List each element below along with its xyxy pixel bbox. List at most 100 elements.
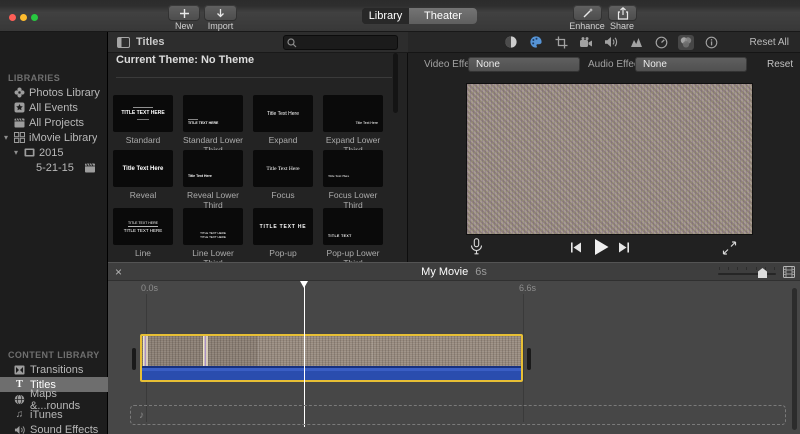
download-arrow-icon	[215, 8, 226, 19]
crop-icon[interactable]	[553, 35, 569, 50]
minimize-window-button[interactable]	[20, 14, 27, 21]
title-style-pop-up-lower-third[interactable]: TITLE TEXT Pop-up Lower Third	[323, 208, 383, 268]
title-style-standard[interactable]: TITLE TEXT HERE Standard	[113, 95, 173, 155]
clip-audio-waveform	[142, 366, 521, 380]
title-style-standard-lower-third[interactable]: TITLE TEXT HERE Standard Lower Third	[183, 95, 243, 155]
volume-icon[interactable]	[603, 35, 619, 50]
import-button-label: Import	[204, 21, 237, 31]
title-label: Line	[113, 248, 173, 258]
title-style-line-lower-third[interactable]: TITLE TEXT HERE TITLE TEXT HERE Line Low…	[183, 208, 243, 268]
background-music-well[interactable]: ♪	[130, 405, 786, 425]
sidebar-toggle-icon[interactable]	[117, 37, 130, 48]
project-title: My Movie6s	[108, 266, 800, 278]
disclosure-triangle-icon[interactable]: ▾	[12, 148, 20, 157]
music-note-icon: ♪	[139, 410, 144, 421]
sidebar-item-all-projects[interactable]: All Projects	[0, 115, 108, 130]
title-label: Reveal Lower Third	[183, 190, 243, 210]
titles-browser-panel: Titles Current Theme: No Theme TITLE TEX…	[108, 32, 408, 262]
color-palette-icon[interactable]	[528, 35, 544, 50]
sidebar-item-imovie-library[interactable]: ▾ iMovie Library	[0, 130, 108, 145]
info-icon[interactable]	[703, 35, 719, 50]
title-thumbnail: TITLE TEXT	[323, 208, 383, 245]
reset-button[interactable]: Reset	[767, 59, 793, 70]
share-button[interactable]	[608, 5, 637, 21]
project-duration: 6s	[475, 266, 487, 278]
title-style-reveal-lower-third[interactable]: Title Text Here Reveal Lower Third	[183, 150, 243, 210]
clip-frame-segment	[142, 336, 259, 366]
audio-effect-button[interactable]: None	[635, 57, 747, 72]
title-style-pop-up[interactable]: TITLE TEXT HE Pop-up	[253, 208, 313, 268]
enhance-button[interactable]	[573, 5, 602, 21]
title-thumbnail: Title Text Here	[113, 150, 173, 187]
title-label: Reveal	[113, 190, 173, 200]
sidebar-item-label: iMovie Library	[29, 132, 97, 144]
previous-frame-button[interactable]	[570, 242, 582, 253]
title-style-expand[interactable]: Title Text Here Expand	[253, 95, 313, 155]
speed-icon[interactable]	[653, 35, 669, 50]
title-thumbnail: TITLE TEXT HE	[253, 208, 313, 245]
fullscreen-button[interactable]	[722, 241, 737, 255]
play-icon	[593, 238, 610, 256]
sidebar-item-maps-backgrounds[interactable]: Maps &...rounds	[0, 392, 108, 407]
microphone-icon	[470, 238, 483, 255]
noise-reduction-icon[interactable]	[628, 35, 644, 50]
title-thumbnail: TITLE TEXT HERE TITLE TEXT HERE	[113, 208, 173, 245]
stabilization-icon[interactable]	[578, 35, 594, 50]
tab-theater[interactable]: Theater	[409, 8, 477, 24]
sidebar-item-2015[interactable]: ▾ 2015	[0, 145, 108, 160]
next-frame-button[interactable]	[618, 242, 630, 253]
sidebar-item-photos-library[interactable]: Photos Library	[0, 85, 108, 100]
sidebar-item-label: Sound Effects	[30, 424, 98, 434]
clip-frame-boundary	[372, 336, 373, 366]
adjustments-bar: Reset All	[408, 32, 800, 53]
selected-video-clip[interactable]	[140, 334, 523, 382]
timeline-scrollbar[interactable]	[792, 288, 797, 430]
imovie-window: New Import Library Theater Enhance Share…	[0, 0, 800, 434]
titles-panel-scrollbar[interactable]	[393, 53, 398, 113]
content-library-header: CONTENT LIBRARY	[8, 350, 100, 360]
clip-appearance-button[interactable]	[783, 266, 795, 278]
clip-trim-handle-right[interactable]	[527, 348, 531, 370]
title-style-focus[interactable]: Title Text Here Focus	[253, 150, 313, 210]
video-preview	[466, 83, 753, 235]
title-style-expand-lower-third[interactable]: Title Text Here Expand Lower Third	[323, 95, 383, 155]
close-window-button[interactable]	[9, 14, 16, 21]
share-icon	[617, 7, 629, 20]
sidebar-item-itunes[interactable]: ♫ iTunes	[0, 407, 108, 422]
title-style-reveal[interactable]: Title Text Here Reveal	[113, 150, 173, 210]
tab-library[interactable]: Library	[362, 8, 409, 24]
search-icon	[287, 38, 297, 48]
search-input[interactable]	[283, 35, 398, 50]
play-button[interactable]	[593, 238, 610, 256]
clapboard-icon	[14, 118, 25, 128]
new-button[interactable]	[168, 5, 200, 21]
sidebar-item-transitions[interactable]: Transitions	[0, 362, 108, 377]
title-label: Pop-up	[253, 248, 313, 258]
title-style-focus-lower-third[interactable]: Title Text Here Focus Lower Third	[323, 150, 383, 210]
magic-wand-icon	[582, 7, 594, 19]
disclosure-triangle-icon[interactable]: ▾	[2, 133, 10, 142]
import-button[interactable]	[204, 5, 237, 21]
title-thumbnail: TITLE TEXT HERE	[183, 95, 243, 132]
fullscreen-arrows-icon	[722, 241, 737, 255]
sidebar-item-5-21-15[interactable]: 5-21-15	[0, 160, 108, 175]
sidebar-item-sound-effects[interactable]: Sound Effects	[0, 422, 108, 434]
title-style-line[interactable]: TITLE TEXT HERE TITLE TEXT HERE Line	[113, 208, 173, 268]
zoom-slider[interactable]	[718, 273, 776, 275]
effects-icon[interactable]	[678, 35, 694, 50]
ruler-label-start: 0.0s	[141, 283, 158, 293]
speaker-icon	[14, 425, 25, 434]
transport-controls	[408, 235, 800, 262]
zoom-window-button[interactable]	[31, 14, 38, 21]
title-label: Focus	[253, 190, 313, 200]
color-balance-icon[interactable]	[503, 35, 519, 50]
video-effect-button[interactable]: None	[468, 57, 580, 72]
reset-all-button[interactable]: Reset All	[750, 37, 789, 48]
clip-frame-edge	[143, 336, 148, 366]
playhead-handle[interactable]	[300, 281, 308, 288]
title-thumbnail: Title Text Here	[323, 95, 383, 132]
share-button-label: Share	[594, 21, 650, 31]
sidebar-item-all-events[interactable]: All Events	[0, 100, 108, 115]
record-voiceover-button[interactable]	[470, 238, 483, 255]
clip-trim-handle-left[interactable]	[132, 348, 136, 370]
